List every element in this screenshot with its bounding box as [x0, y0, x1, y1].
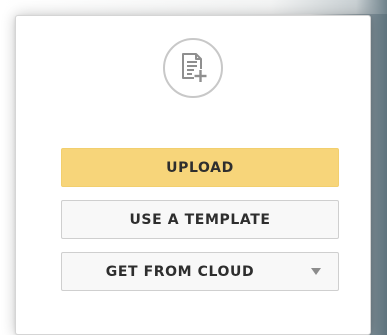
add-document-glyph — [182, 53, 207, 82]
get-from-cloud-label: GET FROM CLOUD — [105, 263, 255, 280]
new-document-panel: UPLOAD USE A TEMPLATE GET FROM CLOUD — [15, 15, 371, 335]
add-document-icon[interactable] — [163, 38, 223, 98]
backdrop — [0, 0, 387, 14]
upload-button-label: UPLOAD — [166, 159, 234, 176]
use-template-button[interactable]: USE A TEMPLATE — [61, 200, 339, 239]
get-from-cloud-dropdown[interactable]: GET FROM CLOUD — [61, 252, 339, 291]
use-template-button-label: USE A TEMPLATE — [129, 211, 271, 228]
upload-button[interactable]: UPLOAD — [61, 148, 339, 187]
caret-down-icon[interactable] — [311, 268, 321, 275]
